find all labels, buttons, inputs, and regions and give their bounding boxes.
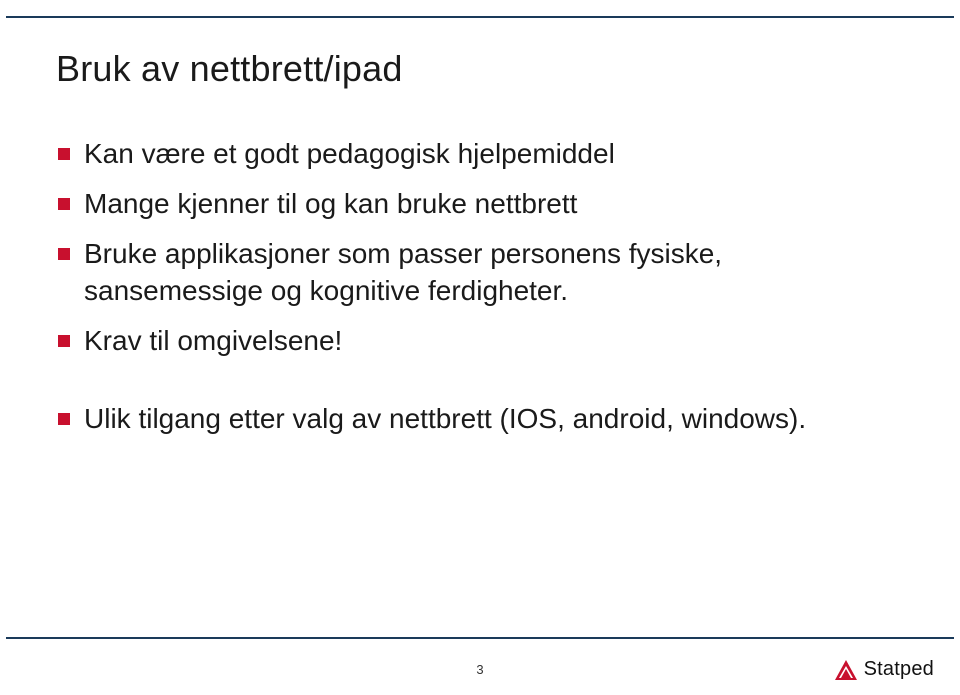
statped-logo-icon	[834, 659, 858, 681]
bullet-list-main: Kan være et godt pedagogisk hjelpemiddel…	[56, 135, 904, 360]
bullet-item: Mange kjenner til og kan bruke nettbrett	[56, 185, 904, 223]
footer-logo: Statped	[834, 658, 934, 681]
bullet-item: Krav til omgivelsene!	[56, 322, 904, 360]
footer-brand-name: Statped	[864, 658, 934, 681]
slide-title: Bruk av nettbrett/ipad	[56, 48, 403, 90]
slide: Bruk av nettbrett/ipad Kan være et godt …	[0, 0, 960, 695]
bullet-list-secondary: Ulik tilgang etter valg av nettbrett (IO…	[56, 400, 904, 438]
bottom-horizontal-rule	[6, 637, 954, 639]
spacing-gap	[56, 372, 904, 400]
page-number: 3	[0, 662, 960, 677]
bullet-item: Ulik tilgang etter valg av nettbrett (IO…	[56, 400, 904, 438]
bullet-item: Kan være et godt pedagogisk hjelpemiddel	[56, 135, 904, 173]
bullet-item: Bruke applikasjoner som passer personens…	[56, 235, 904, 311]
slide-content: Kan være et godt pedagogisk hjelpemiddel…	[56, 135, 904, 450]
top-horizontal-rule	[6, 16, 954, 18]
